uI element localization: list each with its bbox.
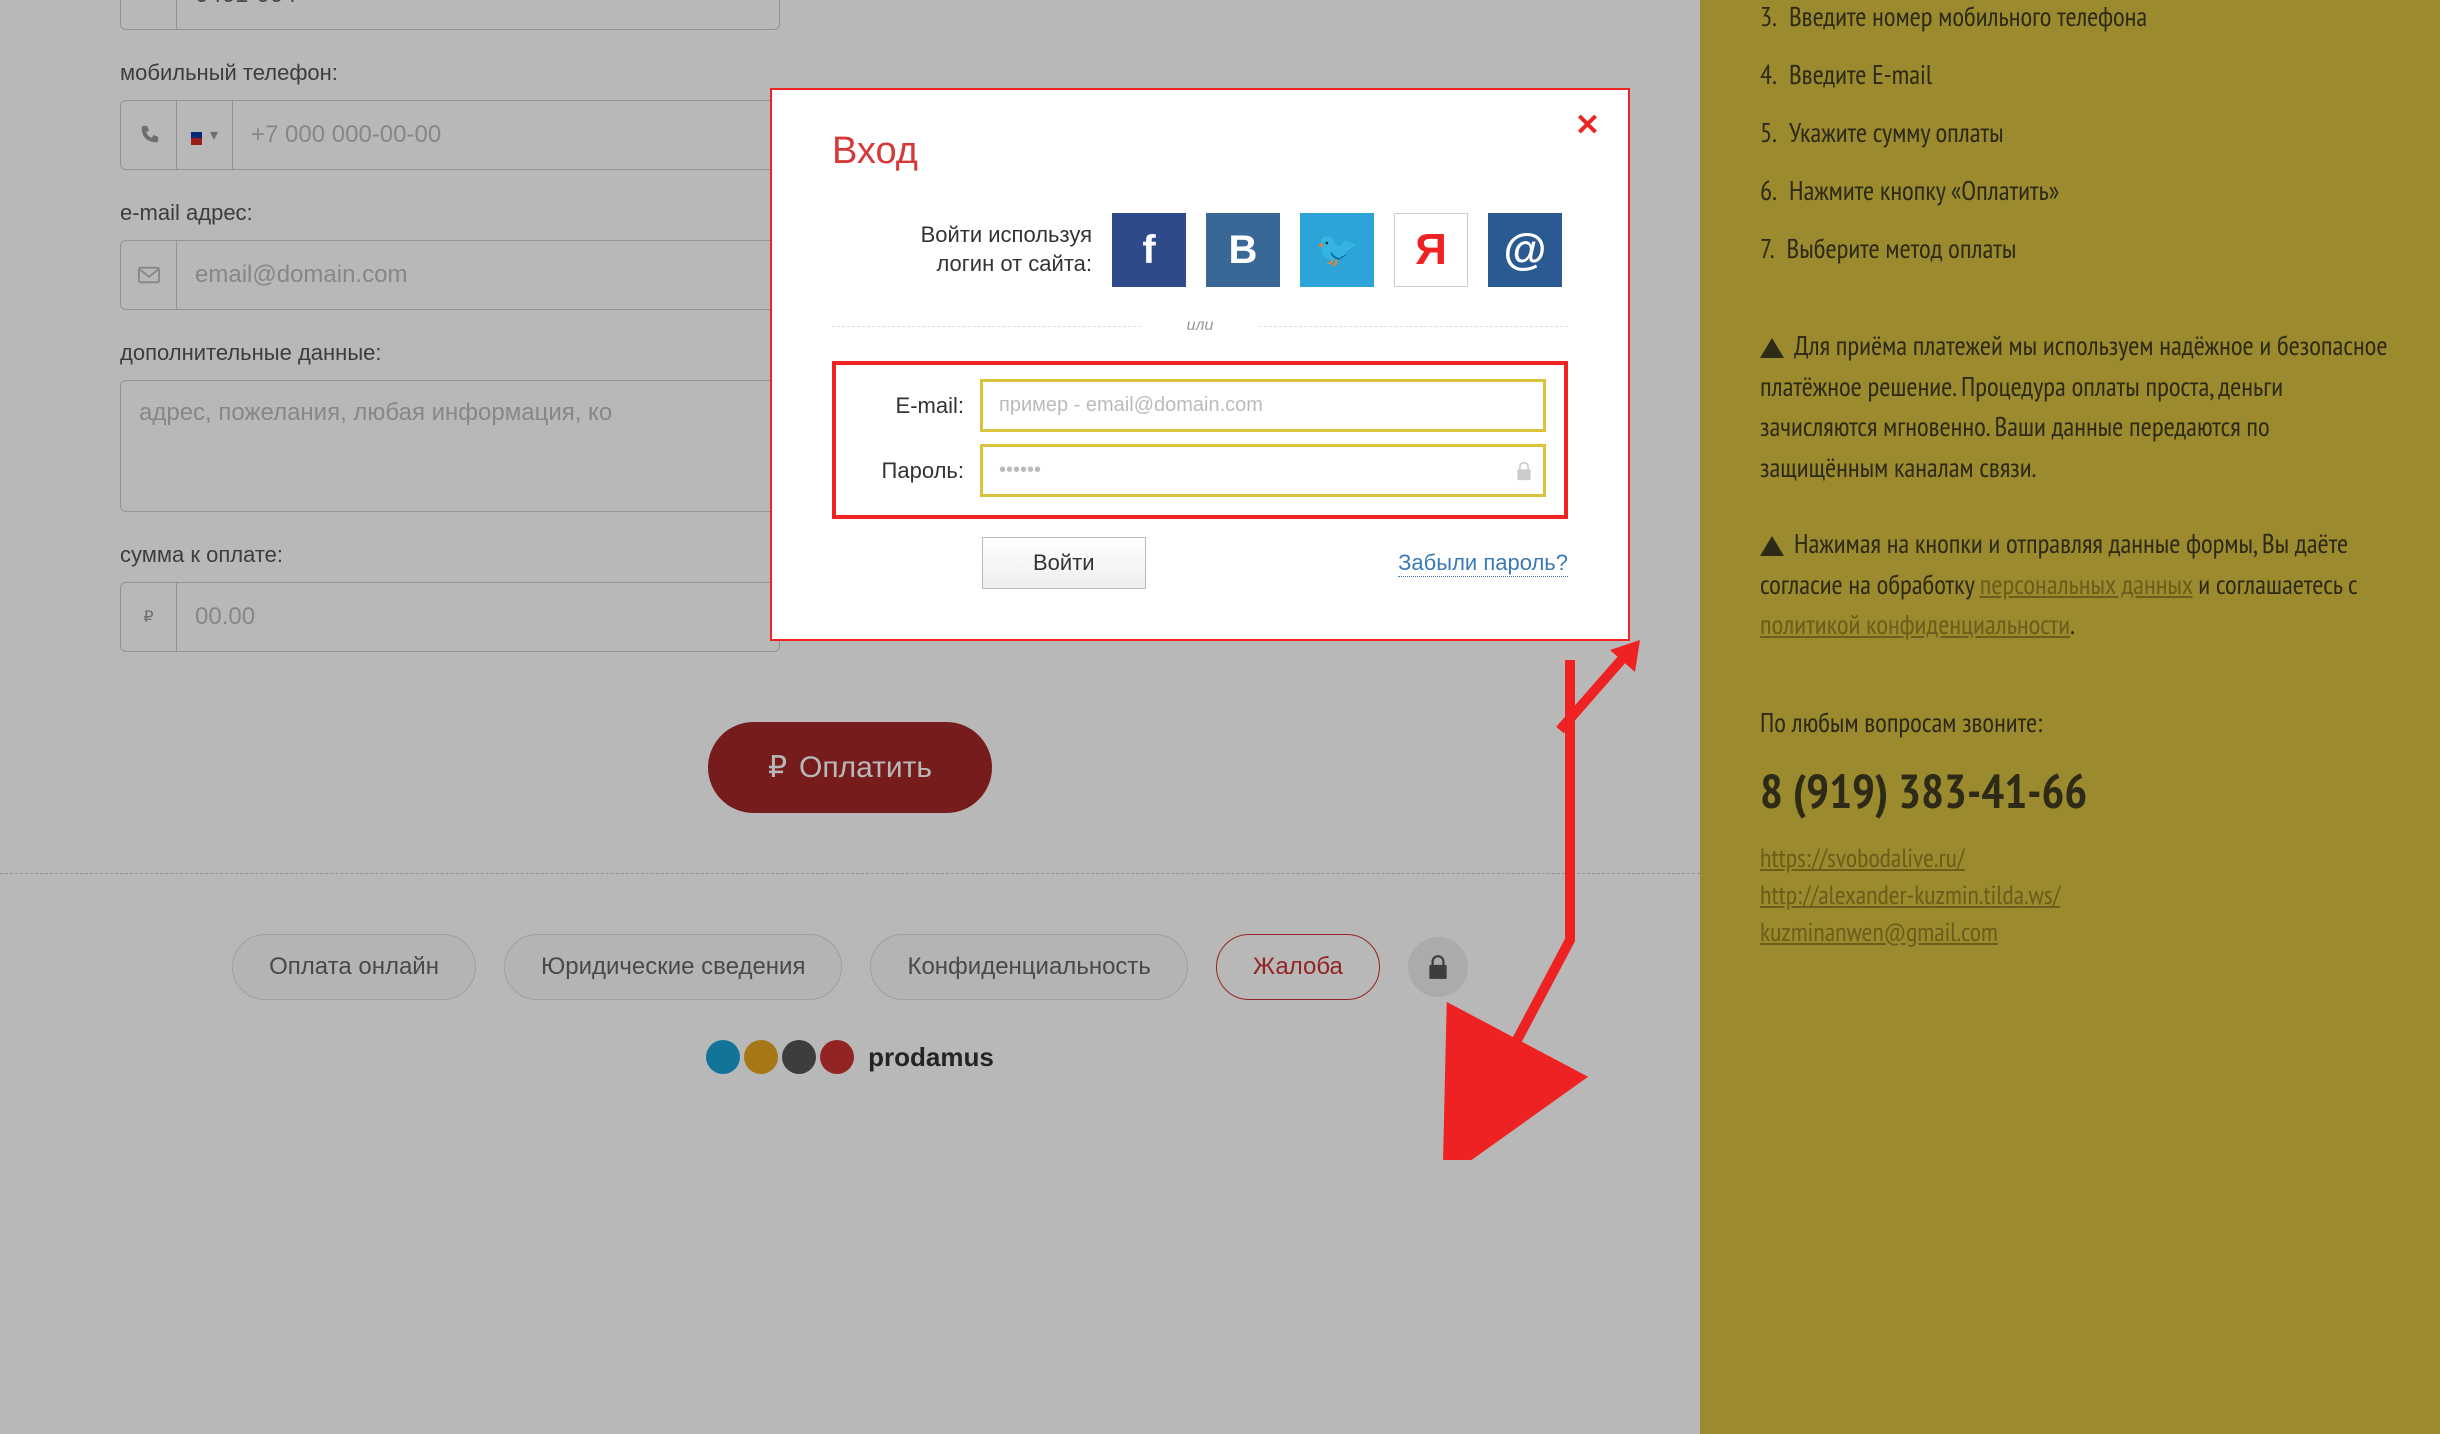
contact-link[interactable]: https://svobodalive.ru/ xyxy=(1760,842,2390,875)
mailru-login-button[interactable]: @ xyxy=(1488,213,1562,287)
step-item: 3.Введите номер мобильного телефона xyxy=(1760,0,2390,34)
contact-phone: 8 (919) 383-41-66 xyxy=(1760,760,2390,822)
warning-icon xyxy=(1760,536,1784,556)
warning-icon xyxy=(1760,338,1784,358)
step-item: 5.Укажите сумму оплаты xyxy=(1760,116,2390,150)
twitter-login-button[interactable]: 🐦 xyxy=(1300,213,1374,287)
yandex-login-button[interactable]: Я xyxy=(1394,213,1468,287)
forgot-password-link[interactable]: Забыли пароль? xyxy=(1398,550,1568,577)
contact-link[interactable]: http://alexander-kuzmin.tilda.ws/ xyxy=(1760,879,2390,912)
facebook-login-button[interactable]: f xyxy=(1112,213,1186,287)
lock-icon xyxy=(1505,461,1543,481)
modal-email-label: E-mail: xyxy=(854,393,964,419)
info-para-security: Для приёма платежей мы используем надёжн… xyxy=(1760,326,2390,488)
contact-heading: По любым вопросам звоните: xyxy=(1760,706,2390,740)
modal-title: Вход xyxy=(832,130,1568,173)
step-item: 6.Нажмите кнопку «Оплатить» xyxy=(1760,174,2390,208)
modal-password-label: Пароль: xyxy=(854,458,964,484)
vk-login-button[interactable]: B xyxy=(1206,213,1280,287)
step-item: 7.Выберите метод оплаты xyxy=(1760,232,2390,266)
contact-link[interactable]: kuzminanwen@gmail.com xyxy=(1760,916,2390,949)
personal-data-link[interactable]: персональных данных xyxy=(1980,568,2193,602)
login-button[interactable]: Войти xyxy=(982,537,1146,589)
social-login-label: Войти используя логин от сайта: xyxy=(832,221,1092,278)
login-modal: ✕ Вход Войти используя логин от сайта: f… xyxy=(770,88,1630,641)
info-para-consent: Нажимая на кнопки и отправляя данные фор… xyxy=(1760,524,2390,646)
info-sidebar: 3.Введите номер мобильного телефона 4.Вв… xyxy=(1700,0,2440,1434)
step-item: 4.Введите E-mail xyxy=(1760,58,2390,92)
modal-password-input[interactable] xyxy=(983,447,1505,494)
or-divider: или xyxy=(832,317,1568,335)
credentials-highlight: E-mail: Пароль: xyxy=(832,361,1568,519)
modal-email-input[interactable] xyxy=(983,382,1543,429)
privacy-policy-link[interactable]: политикой конфиденциальности xyxy=(1760,608,2070,642)
close-button[interactable]: ✕ xyxy=(1575,108,1600,143)
